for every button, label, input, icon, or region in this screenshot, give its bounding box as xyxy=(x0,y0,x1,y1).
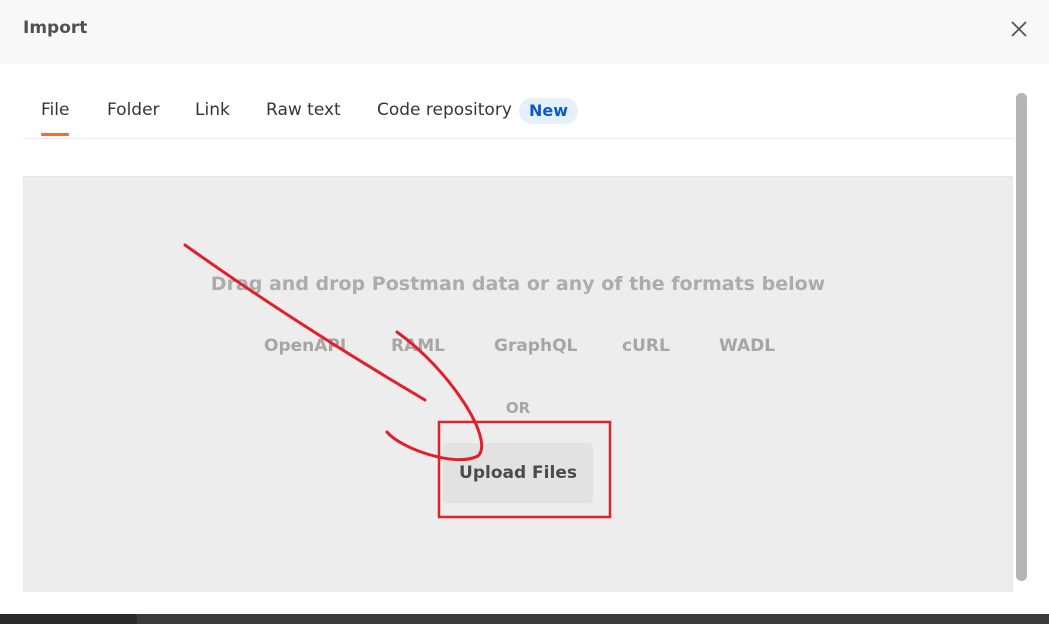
file-dropzone[interactable]: Drag and drop Postman data or any of the… xyxy=(23,176,1013,592)
format-openapi: OpenAPI xyxy=(264,336,347,356)
upload-files-button[interactable]: Upload Files xyxy=(443,443,593,503)
format-graphql: GraphQL xyxy=(494,336,578,356)
format-raml: RAML xyxy=(391,336,445,356)
tab-link[interactable]: Link xyxy=(195,100,230,120)
background-app-sidebar-strip xyxy=(0,614,137,624)
background-app-strip xyxy=(0,614,1049,624)
dropzone-heading: Drag and drop Postman data or any of the… xyxy=(210,273,826,295)
new-badge: New xyxy=(519,98,579,124)
scrollbar-thumb[interactable] xyxy=(1016,93,1027,581)
close-icon xyxy=(1011,21,1027,37)
tab-folder[interactable]: Folder xyxy=(107,100,160,120)
format-wadl: WADL xyxy=(719,336,776,356)
import-tabs: File Folder Link Raw text Code repositor… xyxy=(23,92,1013,139)
format-curl: cURL xyxy=(622,336,670,356)
tab-code-repository[interactable]: Code repository xyxy=(377,100,512,120)
or-divider-text: OR xyxy=(505,399,531,417)
tab-raw-text[interactable]: Raw text xyxy=(266,100,341,120)
close-button[interactable] xyxy=(1005,15,1033,43)
dialog-title: Import xyxy=(23,18,88,38)
tab-file[interactable]: File xyxy=(41,100,70,136)
dialog-header: Import xyxy=(0,0,1049,64)
